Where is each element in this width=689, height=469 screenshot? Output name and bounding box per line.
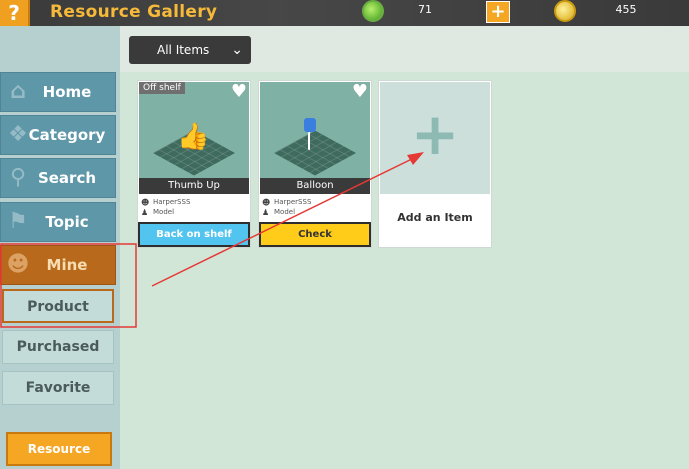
off-shelf-badge: Off shelf xyxy=(139,82,185,94)
add-item-card[interactable]: + Add an Item xyxy=(378,80,492,248)
balloon-icon xyxy=(304,118,316,132)
topic-icon: ⚑ xyxy=(8,209,28,234)
chevron-down-icon: ⌄ xyxy=(231,42,243,58)
home-icon: ⌂ xyxy=(10,79,26,104)
sidebar-item-label: Search xyxy=(37,169,97,187)
category-icon: ❖ xyxy=(8,122,28,147)
sidebar-sub-favorite[interactable]: Favorite xyxy=(2,371,114,405)
sidebar-item-mine[interactable]: ☻ Mine xyxy=(0,245,116,285)
favorite-heart-icon[interactable]: ♥ xyxy=(352,82,368,102)
author-name: HarperSSS xyxy=(153,198,191,206)
help-button[interactable]: ? xyxy=(0,0,30,26)
resource-center-button[interactable]: Resource Center xyxy=(6,432,112,466)
avatar-icon: ☻ xyxy=(141,198,150,207)
coin-count: 455 xyxy=(615,3,637,16)
add-item-label: Add an Item xyxy=(397,211,473,224)
sidebar-item-topic[interactable]: ⚑ Topic xyxy=(0,202,116,242)
author-name: HarperSSS xyxy=(274,198,312,206)
sidebar-item-search[interactable]: ⚲ Search xyxy=(0,158,116,198)
favorite-heart-icon[interactable]: ♥ xyxy=(231,82,247,102)
add-gems-button[interactable]: + xyxy=(486,1,510,23)
add-item-thumbnail: + xyxy=(380,82,490,194)
search-icon: ⚲ xyxy=(9,165,27,190)
type-label: Model xyxy=(274,208,296,216)
balloon-string xyxy=(308,132,311,150)
sidebar-item-category[interactable]: ❖ Category xyxy=(0,115,116,155)
coin-icon xyxy=(554,0,576,22)
item-name: Thumb Up xyxy=(139,178,249,194)
sidebar-sub-purchased[interactable]: Purchased xyxy=(2,330,114,364)
gem-icon xyxy=(362,0,384,22)
plus-icon: + xyxy=(410,100,460,168)
sidebar-item-label: Mine xyxy=(46,256,88,274)
item-thumbnail: 👍 Off shelf ♥ Thumb Up xyxy=(139,82,249,194)
thumbs-up-icon: 👍 xyxy=(177,122,210,152)
filter-bar: All Items ⌄ xyxy=(120,26,689,72)
sidebar: ⌂ Home ❖ Category ⚲ Search ⚑ Topic ☻ Min… xyxy=(0,26,120,469)
avatar-icon: ☻ xyxy=(262,198,271,207)
back-on-shelf-button[interactable]: Back on shelf xyxy=(138,222,250,247)
item-type: ♟ Model xyxy=(141,208,241,217)
item-name: Balloon xyxy=(260,178,370,194)
model-icon: ♟ xyxy=(141,208,149,217)
page-title: Resource Gallery xyxy=(50,2,218,22)
item-author: ☻ HarperSSS xyxy=(141,198,241,207)
sidebar-item-label: Home xyxy=(42,83,92,101)
item-type: ♟ Model xyxy=(262,208,362,217)
top-bar: ? Resource Gallery 71 + 455 xyxy=(0,0,689,26)
item-author: ☻ HarperSSS xyxy=(262,198,362,207)
raccoon-icon: ☻ xyxy=(6,252,30,277)
sidebar-item-label: Category xyxy=(28,126,106,144)
type-label: Model xyxy=(153,208,175,216)
sidebar-sub-product[interactable]: Product xyxy=(2,289,114,323)
item-thumbnail: ♥ Balloon xyxy=(260,82,370,194)
item-card-balloon[interactable]: ♥ Balloon ☻ HarperSSS ♟ Model Check xyxy=(258,80,372,248)
item-card-thumb-up[interactable]: 👍 Off shelf ♥ Thumb Up ☻ HarperSSS ♟ Mod… xyxy=(137,80,251,248)
sidebar-item-home[interactable]: ⌂ Home xyxy=(0,72,116,112)
filter-dropdown[interactable]: All Items ⌄ xyxy=(129,36,251,64)
grid-platform xyxy=(273,130,357,176)
main-content: All Items ⌄ 👍 Off shelf ♥ Thumb Up ☻ Har… xyxy=(120,26,689,469)
filter-label: All Items xyxy=(157,43,210,57)
model-icon: ♟ xyxy=(262,208,270,217)
gem-count: 71 xyxy=(418,3,432,16)
sidebar-item-label: Topic xyxy=(45,213,89,231)
check-button[interactable]: Check xyxy=(259,222,371,247)
